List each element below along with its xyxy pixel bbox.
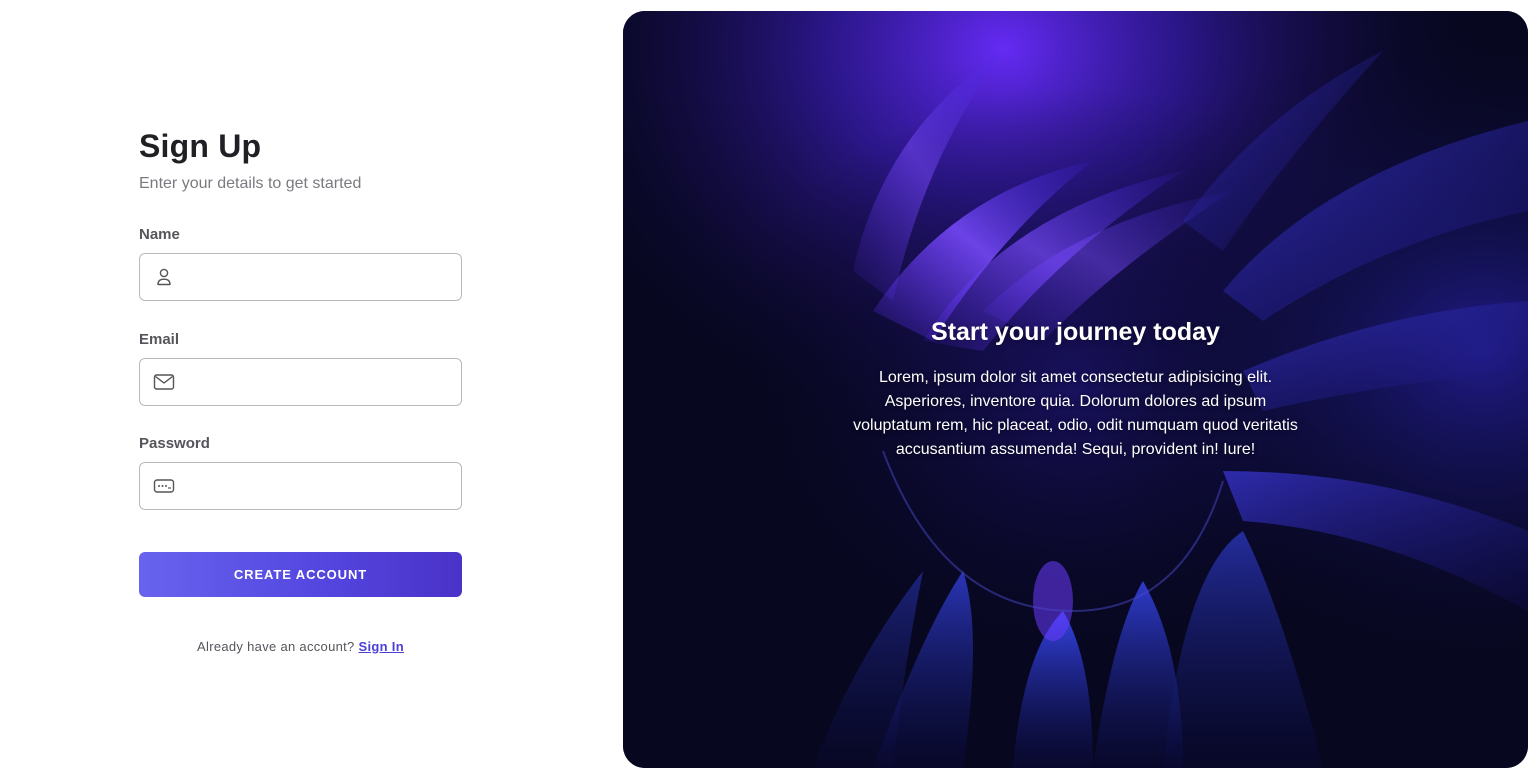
signin-prompt-text: Already have an account? — [197, 639, 355, 654]
signup-form: Sign Up Enter your details to get starte… — [139, 126, 462, 654]
password-field-group: Password — [139, 435, 462, 510]
hero-title: Start your journey today — [931, 318, 1220, 346]
email-input[interactable] — [184, 359, 452, 405]
signin-link[interactable]: Sign In — [359, 639, 404, 654]
email-field-group: Email — [139, 331, 462, 406]
mail-icon — [153, 371, 175, 393]
name-field-group: Name — [139, 226, 462, 301]
hero-text-block: Start your journey today Lorem, ipsum do… — [623, 316, 1528, 462]
email-input-box[interactable] — [139, 358, 462, 406]
password-icon — [153, 475, 175, 497]
create-account-button[interactable]: CREATE ACCOUNT — [139, 552, 462, 597]
name-input[interactable] — [184, 254, 452, 300]
password-input[interactable] — [184, 463, 452, 509]
email-label: Email — [139, 331, 180, 348]
page-title: Sign Up — [139, 128, 262, 164]
password-input-box[interactable] — [139, 462, 462, 510]
name-label: Name — [139, 226, 180, 243]
password-label: Password — [139, 435, 210, 452]
signin-prompt: Already have an account? Sign In — [139, 639, 462, 654]
hero-body: Lorem, ipsum dolor sit amet consectetur … — [853, 369, 1298, 458]
signup-page: Sign Up Enter your details to get starte… — [0, 0, 1539, 782]
name-input-box[interactable] — [139, 253, 462, 301]
hero-panel: Start your journey today Lorem, ipsum do… — [623, 11, 1528, 768]
user-icon — [153, 266, 175, 288]
page-subtitle: Enter your details to get started — [139, 175, 362, 192]
